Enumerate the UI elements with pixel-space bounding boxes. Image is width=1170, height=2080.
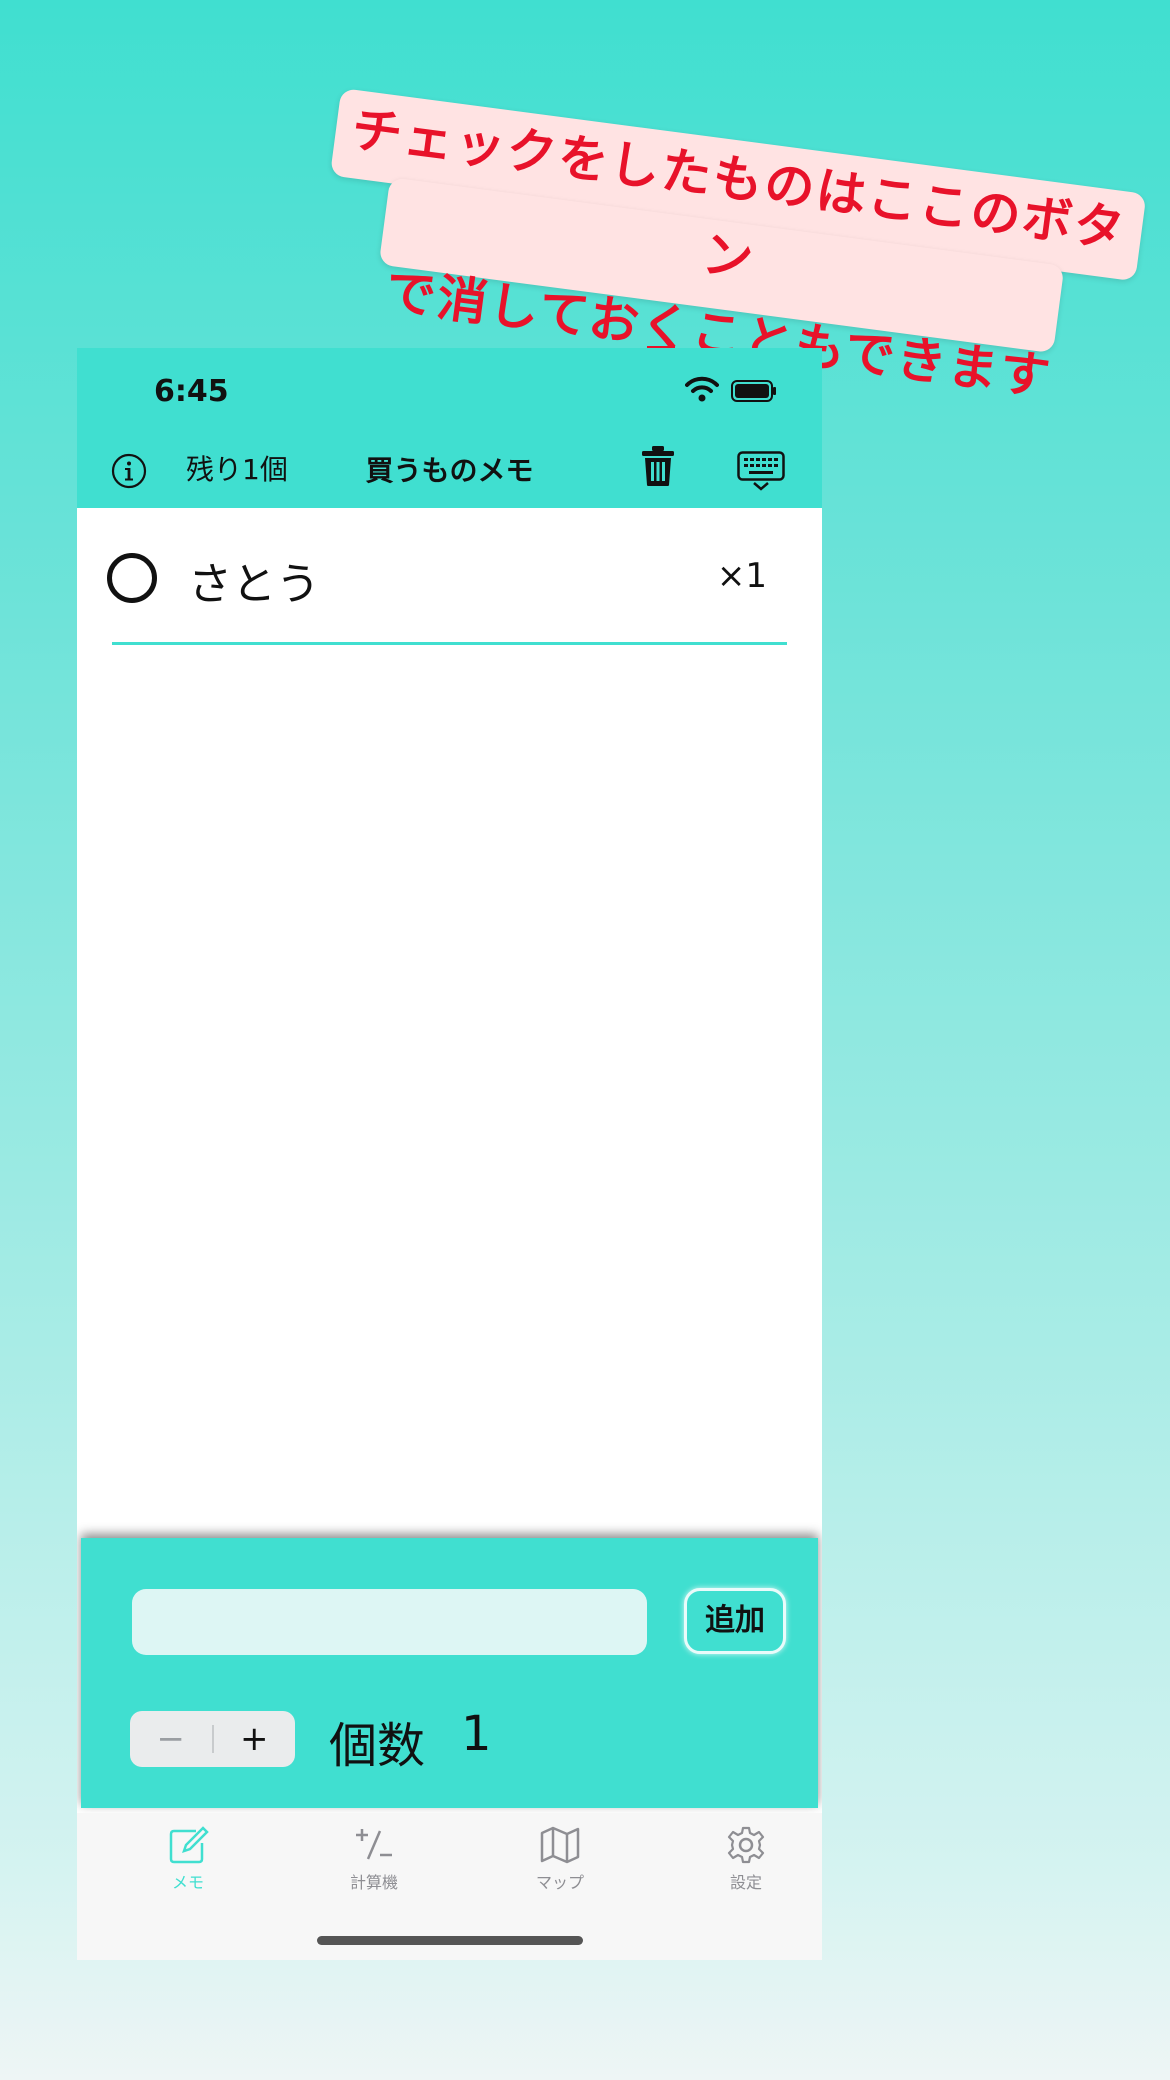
header-bar: 6:45 残り1個 買うものメモ [77, 348, 822, 508]
tab-memo[interactable]: メモ [128, 1825, 248, 1893]
item-name: さとう [188, 559, 320, 610]
item-quantity: ×1 [716, 556, 767, 596]
memo-edit-icon [169, 1826, 209, 1864]
item-divider [112, 642, 787, 645]
tab-label-settings: 設定 [729, 1873, 762, 1892]
tab-label-map: マップ [535, 1873, 584, 1892]
tab-bar: メモ 計算機 マップ 設定 [77, 1813, 822, 1960]
phone-screen: 6:45 残り1個 買うものメモ さとう ×1 追加 − + 個数 1 メモ 計… [77, 348, 822, 1960]
wifi-icon [685, 376, 719, 402]
add-button[interactable]: 追加 [684, 1588, 786, 1654]
tab-map[interactable]: マップ [500, 1825, 620, 1893]
list-item[interactable]: さとう ×1 [77, 508, 822, 634]
tab-label-memo: メモ [171, 1873, 204, 1892]
keyboard-dismiss-icon[interactable] [737, 451, 785, 491]
increment-button[interactable]: + [214, 1711, 296, 1767]
tab-calculator[interactable]: 計算機 [314, 1825, 434, 1893]
count-value: 1 [461, 1706, 492, 1762]
item-checkbox[interactable] [107, 553, 157, 603]
tab-label-calculator: 計算機 [349, 1873, 398, 1892]
quantity-stepper: − + [130, 1711, 295, 1767]
page-title: 買うものメモ [365, 454, 534, 487]
gear-icon [727, 1826, 765, 1864]
plus-minus-icon [356, 1829, 392, 1860]
input-panel: 追加 − + 個数 1 [81, 1538, 818, 1808]
status-time: 6:45 [154, 374, 229, 409]
decrement-button[interactable]: − [130, 1711, 212, 1767]
home-indicator [317, 1936, 583, 1945]
trash-icon[interactable] [641, 445, 675, 487]
count-label: 個数 [329, 1718, 426, 1774]
tab-settings[interactable]: 設定 [686, 1825, 806, 1893]
item-input[interactable] [132, 1589, 647, 1655]
battery-icon [731, 380, 776, 402]
map-icon [540, 1826, 580, 1864]
